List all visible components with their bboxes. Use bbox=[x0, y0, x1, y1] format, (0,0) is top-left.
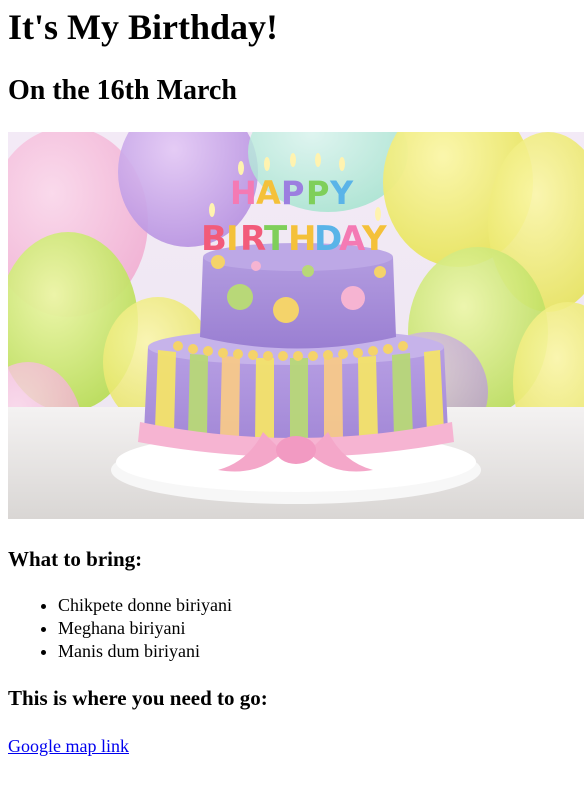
svg-text:Y: Y bbox=[361, 219, 387, 259]
page-title: It's My Birthday! bbox=[8, 7, 278, 47]
svg-text:R: R bbox=[240, 219, 266, 259]
list-item: Meghana biriyani bbox=[58, 617, 577, 640]
directions-heading: This is where you need to go: bbox=[8, 686, 268, 710]
bring-list: Chikpete donne biriyani Meghana biriyani… bbox=[8, 594, 577, 663]
page-subtitle: On the 16th March bbox=[8, 75, 237, 106]
google-map-link[interactable]: Google map link bbox=[8, 736, 129, 757]
svg-text:I: I bbox=[226, 219, 239, 259]
page: It's My Birthday! On the 16th March B I … bbox=[0, 0, 585, 757]
svg-text:T: T bbox=[264, 219, 288, 259]
list-item: Chikpete donne biriyani bbox=[58, 594, 577, 617]
svg-text:D: D bbox=[314, 219, 342, 259]
svg-text:Y: Y bbox=[329, 174, 354, 212]
svg-text:P: P bbox=[281, 174, 304, 212]
what-to-bring-heading: What to bring: bbox=[8, 547, 143, 571]
list-item: Manis dum biriyani bbox=[58, 640, 577, 663]
svg-text:H: H bbox=[230, 174, 257, 212]
svg-text:A: A bbox=[256, 174, 281, 212]
svg-text:P: P bbox=[306, 174, 329, 212]
birthday-cake-image: B I R T H D A Y H A P P Y bbox=[8, 132, 584, 519]
svg-text:H: H bbox=[288, 219, 316, 259]
svg-text:B: B bbox=[201, 219, 227, 259]
